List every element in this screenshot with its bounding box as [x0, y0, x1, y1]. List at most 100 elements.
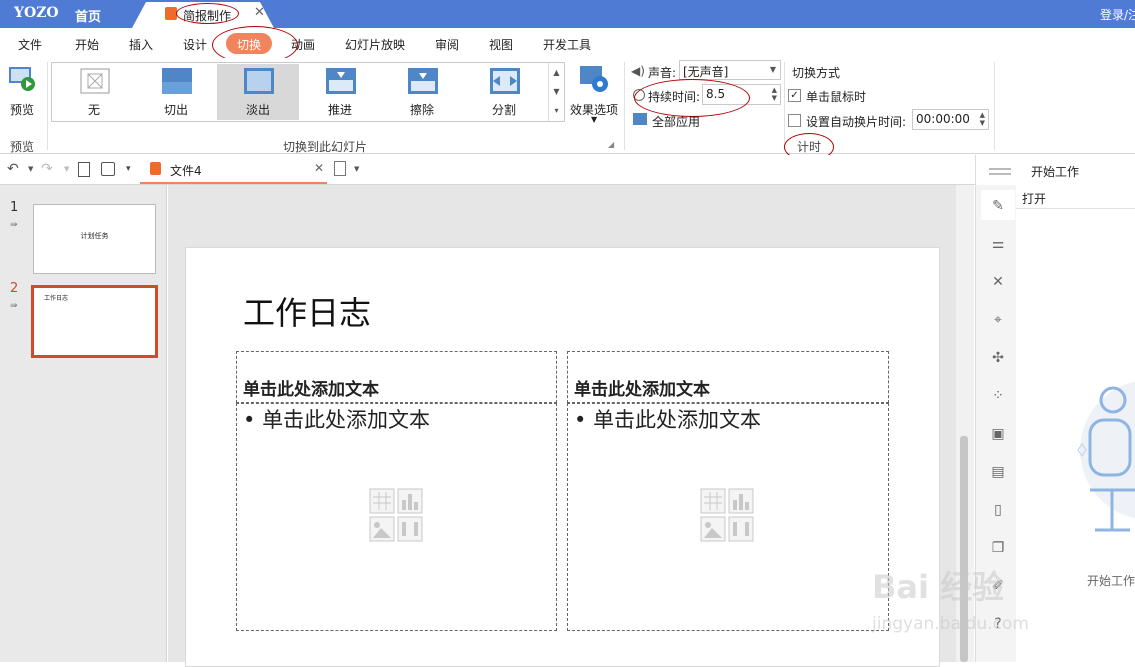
brush-icon[interactable]: ⌖: [989, 311, 1007, 329]
transition-label: 推进: [327, 103, 352, 117]
transition-cut[interactable]: 切出: [135, 64, 217, 120]
transition-label: 分割: [491, 103, 516, 117]
duration-spinner[interactable]: ▲ ▼: [772, 86, 777, 102]
right-bullet-text: • 单击此处添加文本: [574, 408, 762, 432]
insert-object-icons[interactable]: [369, 488, 423, 543]
pencil-icon[interactable]: ✎: [989, 197, 1007, 215]
print-preview-icon[interactable]: [78, 162, 90, 177]
apply-all-icon: [633, 113, 647, 125]
grid-icon[interactable]: ⁘: [989, 387, 1007, 405]
gallery-group-label: 切换到此幻灯片: [283, 140, 368, 154]
wipe-transition-icon: [408, 68, 438, 94]
preview-icon: [9, 67, 35, 91]
cut-transition-icon: [162, 68, 192, 94]
login-link[interactable]: 登录/注: [1100, 6, 1135, 23]
chevron-down-icon[interactable]: ▼: [591, 115, 597, 124]
preview-label: 预览: [10, 103, 35, 117]
document-tab-2-label: 文件4: [170, 164, 202, 178]
no-transition-icon: [80, 68, 110, 94]
preview-group-label: 预览: [10, 140, 35, 154]
undo-icon[interactable]: ↶: [7, 161, 19, 177]
open-item[interactable]: 打开: [1016, 191, 1135, 209]
pane-header: 开始工作: [1031, 165, 1080, 179]
slide-thumbnail-2[interactable]: 工作日志: [31, 285, 158, 358]
transition-indicator-icon: ⇛: [10, 220, 18, 230]
slide-thumbnail-1[interactable]: 计划任务: [33, 204, 156, 274]
pane-footer: 开始工作: [1087, 574, 1135, 588]
slide-title[interactable]: 工作日志: [243, 288, 371, 334]
left-bullet-label: 单击此处添加文本: [262, 408, 431, 432]
new-file-icon[interactable]: [334, 161, 346, 176]
on-click-label: 单击鼠标时: [806, 90, 867, 104]
document-tab-2[interactable]: [140, 155, 327, 184]
app-logo: YOZO: [14, 5, 59, 21]
gallery-scroll[interactable]: ▲ ▼ ▾: [548, 63, 564, 121]
image-icon[interactable]: ▣: [989, 425, 1007, 443]
transition-fade[interactable]: 淡出: [217, 64, 299, 120]
on-click-checkbox[interactable]: ✓: [788, 89, 801, 102]
chevron-down-icon[interactable]: ▼: [64, 165, 69, 173]
copy-icon[interactable]: ❐: [989, 539, 1007, 557]
effect-options-button[interactable]: [579, 64, 609, 94]
home-tab[interactable]: 首页: [75, 6, 101, 25]
transition-push[interactable]: 推进: [299, 64, 381, 120]
menu-review[interactable]: 审阅: [435, 36, 459, 53]
apply-all-button[interactable]: 全部应用: [652, 113, 700, 130]
sound-value: [无声音]: [683, 65, 729, 79]
customize-icon[interactable]: ▾: [126, 164, 131, 174]
transition-split[interactable]: 分割: [463, 64, 545, 120]
sliders-icon[interactable]: ⚌: [989, 235, 1007, 253]
person-at-desk-illustration: [1077, 381, 1135, 532]
right-header-text: 单击此处添加文本: [574, 380, 710, 400]
advance-title: 切换方式: [792, 66, 841, 80]
menu-insert[interactable]: 插入: [129, 36, 153, 53]
chevron-down-icon[interactable]: ▼: [354, 165, 359, 173]
content-insert-icon: [369, 488, 423, 542]
tools-icon[interactable]: ✕: [989, 273, 1007, 291]
push-transition-icon: [326, 68, 356, 94]
annotation-ellipse: [634, 79, 750, 117]
sound-select[interactable]: [无声音] ▼: [679, 60, 781, 80]
menu-view[interactable]: 视图: [489, 36, 513, 53]
open-label: 打开: [1022, 192, 1047, 206]
thumbnail-title: 工作日志: [44, 295, 69, 302]
menu-home[interactable]: 开始: [75, 36, 99, 53]
close-icon[interactable]: ✕: [314, 161, 324, 175]
presentation-file-icon: [150, 162, 161, 175]
split-transition-icon: [490, 68, 520, 94]
transition-label: 淡出: [245, 103, 270, 117]
shape-icon[interactable]: ✣: [989, 349, 1007, 367]
left-header-text: 单击此处添加文本: [243, 380, 379, 400]
speaker-icon: ◀): [631, 64, 645, 78]
transition-label: 切出: [163, 103, 188, 117]
transition-indicator-icon: ⇛: [10, 301, 18, 311]
time-spinner[interactable]: ▲ ▼: [980, 111, 985, 127]
sound-label: 声音:: [648, 66, 677, 80]
annotation-ellipse: [176, 3, 239, 24]
right-bullet-label: 单击此处添加文本: [593, 408, 762, 432]
menu-design[interactable]: 设计: [183, 36, 207, 53]
save-icon[interactable]: [101, 162, 115, 176]
preview-button[interactable]: [8, 66, 36, 92]
close-icon[interactable]: ✕: [254, 5, 265, 20]
menu-slideshow[interactable]: 幻灯片放映: [345, 36, 405, 53]
auto-advance-time-input[interactable]: 00:00:00 ▲ ▼: [912, 109, 989, 130]
insert-object-icons[interactable]: [700, 488, 754, 543]
chevron-down-icon[interactable]: ▼: [28, 165, 33, 173]
transition-wipe[interactable]: 擦除: [381, 64, 463, 120]
auto-advance-time-value: 00:00:00: [916, 112, 970, 126]
left-bullet-text: • 单击此处添加文本: [243, 408, 431, 432]
menu-developer[interactable]: 开发工具: [543, 36, 591, 53]
effect-options-icon: [580, 66, 608, 92]
comment-icon[interactable]: ▤: [989, 463, 1007, 481]
redo-icon[interactable]: ↷: [41, 161, 53, 177]
clipboard-icon[interactable]: ▯: [989, 501, 1007, 519]
auto-advance-checkbox[interactable]: [788, 114, 801, 127]
dialog-launcher-icon[interactable]: ◢: [608, 140, 614, 149]
transition-none[interactable]: 无: [53, 64, 135, 120]
menu-file[interactable]: 文件: [18, 36, 42, 53]
watermark-url: jingyan.baidu.com: [872, 614, 1029, 634]
watermark-brand: Bai 经验: [872, 568, 1005, 606]
pane-grip-icon[interactable]: [989, 168, 1011, 170]
chevron-down-icon: ▼: [769, 65, 776, 74]
